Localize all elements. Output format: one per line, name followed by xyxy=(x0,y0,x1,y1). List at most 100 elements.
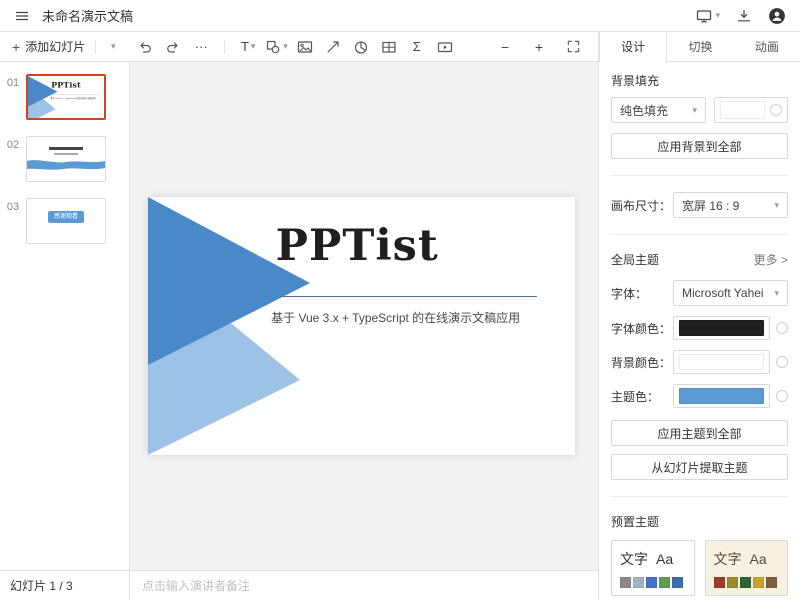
media-icon xyxy=(437,39,453,55)
image-tool-button[interactable] xyxy=(294,36,316,58)
user-avatar[interactable] xyxy=(768,7,786,25)
chevron-down-icon: ▾ xyxy=(283,42,288,51)
text-tool-button[interactable]: T ▾ xyxy=(237,36,259,58)
extract-theme-button[interactable]: 从幻灯片提取主题 xyxy=(611,454,788,480)
chart-tool-button[interactable] xyxy=(350,36,372,58)
canvas-size-select[interactable]: 宽屏 16 : 9 ▾ xyxy=(673,192,788,218)
thumbnail-row-3: 03 感谢观看 xyxy=(0,198,129,244)
fill-type-select[interactable]: 纯色填充 ▾ xyxy=(611,97,706,123)
color-dropper-icon[interactable] xyxy=(770,104,782,116)
color-dropper-icon[interactable] xyxy=(776,390,788,402)
tab-animation[interactable]: 动画 xyxy=(734,32,800,61)
tab-transition[interactable]: 切换 xyxy=(667,32,733,61)
theme-sample-aa: Aa xyxy=(750,551,767,567)
chevron-down-icon: ▾ xyxy=(251,42,256,51)
canvas-size-value: 宽屏 16 : 9 xyxy=(682,197,739,214)
download-icon xyxy=(736,8,752,24)
theme-swatches xyxy=(714,577,780,588)
add-slide-button[interactable]: + 添加幻灯片 xyxy=(8,38,89,55)
zoom-in-button[interactable]: + xyxy=(528,36,550,58)
undo-icon xyxy=(137,39,153,55)
add-slide-label: 添加幻灯片 xyxy=(25,38,85,55)
tool-icons: ··· T ▾ ▾ xyxy=(134,36,456,58)
canvas-column: PPTist 基于 Vue 3.x + TypeScript 的在线演示文稿应用… xyxy=(130,62,598,600)
tab-design[interactable]: 设计 xyxy=(599,32,667,61)
slide-title[interactable]: PPTist xyxy=(250,221,464,271)
font-color-picker[interactable] xyxy=(673,316,770,340)
redo-icon xyxy=(165,39,181,55)
slide-thumbnail-3[interactable]: 感谢观看 xyxy=(26,198,106,244)
background-fill-label: 背景填充 xyxy=(611,72,788,89)
slide-title: PPTist xyxy=(47,80,86,89)
preset-theme-card-2[interactable]: 文字 Aa xyxy=(705,540,789,596)
chevron-down-icon: ▾ xyxy=(692,106,697,115)
preset-theme-card-1[interactable]: 文字 Aa xyxy=(611,540,695,596)
theme-color-picker[interactable] xyxy=(673,384,770,408)
menu-icon[interactable] xyxy=(14,8,30,24)
zoom-out-button[interactable]: − xyxy=(494,36,516,58)
slide-number: 02 xyxy=(0,136,26,151)
table-tool-button[interactable] xyxy=(378,36,400,58)
slide-thumbnail-1[interactable]: PPTist 基于 Vue 3.x + TypeScript 的在线演示文稿应用 xyxy=(26,74,106,120)
slide-canvas[interactable]: PPTist 基于 Vue 3.x + TypeScript 的在线演示文稿应用 xyxy=(130,62,598,570)
slide-number: 01 xyxy=(0,74,26,89)
slide-subtitle[interactable]: 基于 Vue 3.x + TypeScript 的在线演示文稿应用 xyxy=(246,309,545,326)
table-icon xyxy=(381,39,397,55)
chevron-down-icon: ▾ xyxy=(111,42,116,51)
monitor-icon xyxy=(696,8,712,24)
swatch xyxy=(620,577,631,588)
thumbnail-list: 01 PPTist xyxy=(0,62,129,570)
add-slide-dropdown[interactable]: ▾ xyxy=(102,36,124,58)
chevron-down-icon: ▾ xyxy=(774,289,779,298)
current-slide[interactable]: PPTist 基于 Vue 3.x + TypeScript 的在线演示文稿应用 xyxy=(148,197,575,455)
more-tools-button[interactable]: ··· xyxy=(190,36,212,58)
preset-themes-label: 预置主题 xyxy=(611,513,788,530)
chart-icon xyxy=(353,39,369,55)
app-header: 未命名演示文稿 ▾ xyxy=(0,0,800,32)
theme-background-color-picker[interactable] xyxy=(673,350,770,374)
formula-tool-button[interactable]: Σ xyxy=(406,36,428,58)
undo-button[interactable] xyxy=(134,36,156,58)
theme-background-swatch xyxy=(679,354,764,370)
slide-thumbnail-2[interactable] xyxy=(26,136,106,182)
theme-sample-text: 文字 xyxy=(714,549,742,569)
apply-background-button[interactable]: 应用背景到全部 xyxy=(611,133,788,159)
design-panel: 背景填充 纯色填充 ▾ 应用背景到全部 画布尺寸： xyxy=(599,62,800,600)
thanks-button-preview: 感谢观看 xyxy=(48,211,84,223)
global-theme-header: 全局主题 更多 > xyxy=(611,251,788,268)
color-dropper-icon[interactable] xyxy=(776,356,788,368)
header-actions: ▾ xyxy=(696,7,786,25)
download-button[interactable] xyxy=(736,8,752,24)
media-tool-button[interactable] xyxy=(434,36,456,58)
line-tool-button[interactable] xyxy=(322,36,344,58)
slide-subtitle: 基于 Vue 3.x + TypeScript 的在线演示文稿应用 xyxy=(46,96,100,99)
redo-button[interactable] xyxy=(162,36,184,58)
swatch xyxy=(646,577,657,588)
document-title[interactable]: 未命名演示文稿 xyxy=(42,6,133,25)
background-color-picker[interactable] xyxy=(714,97,788,123)
fill-type-value: 纯色填充 xyxy=(620,102,668,119)
more-themes-link[interactable]: 更多 > xyxy=(754,251,788,268)
speaker-notes-input[interactable]: 点击输入演讲者备注 xyxy=(130,570,598,600)
theme-sample-aa: Aa xyxy=(656,551,673,567)
fullscreen-button[interactable] xyxy=(562,36,584,58)
shape-tool-button[interactable]: ▾ xyxy=(265,36,288,58)
background-fill-row: 纯色填充 ▾ xyxy=(611,97,788,123)
font-select[interactable]: Microsoft Yahei ▾ xyxy=(673,280,788,306)
text-icon: T xyxy=(241,39,249,54)
color-dropper-icon[interactable] xyxy=(776,322,788,334)
image-icon xyxy=(297,39,313,55)
theme-color-label: 主题色： xyxy=(611,388,673,405)
swatch xyxy=(766,577,777,588)
title-underline[interactable] xyxy=(280,296,536,297)
pptist-app: 未命名演示文稿 ▾ + 添加幻灯片 xyxy=(0,0,800,600)
ellipsis-icon: ··· xyxy=(195,39,208,54)
user-icon xyxy=(768,7,786,25)
apply-theme-button[interactable]: 应用主题到全部 xyxy=(611,420,788,446)
theme-swatches xyxy=(620,577,686,588)
swatch xyxy=(633,577,644,588)
present-button[interactable]: ▾ xyxy=(696,8,720,24)
font-value: Microsoft Yahei xyxy=(682,286,764,300)
minus-icon: − xyxy=(501,39,509,55)
thumbnail-row-1: 01 PPTist xyxy=(0,74,129,120)
